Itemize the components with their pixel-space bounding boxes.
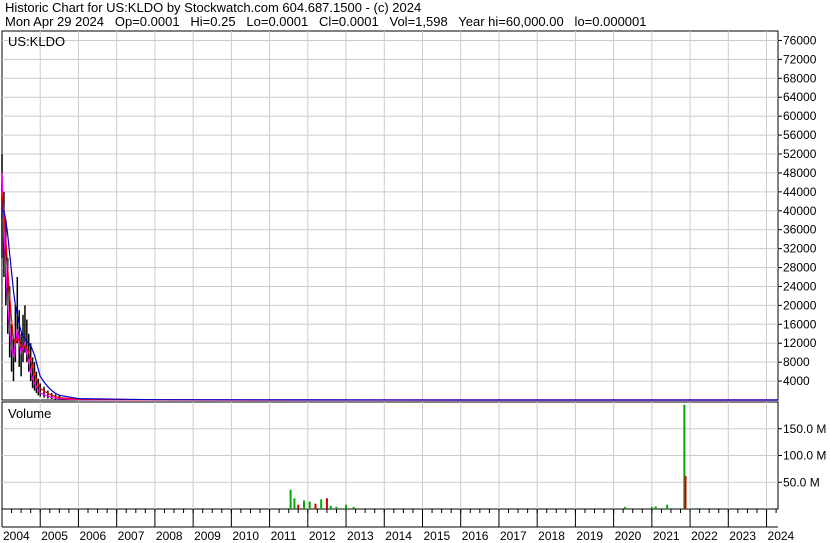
volume-y-tick-label: 100.0 M [783,449,826,463]
volume-bar [696,507,699,509]
volume-bar [624,506,627,509]
price-y-tick-label: 32000 [783,242,817,256]
price-y-tick-label: 40000 [783,204,817,218]
price-y-tick-label: 72000 [783,52,817,66]
volume-bar [325,498,328,509]
volume-bar [650,506,653,509]
x-tick-label: 2016 [462,529,489,543]
x-tick-label: 2004 [3,529,30,543]
x-tick-label: 2005 [41,529,68,543]
volume-bar [308,501,311,509]
stock-chart: 2004 2005 2006 2007 2008 2009 2010 2011 2012 2013… [1,30,826,543]
volume-panel-title: Volume [8,406,51,421]
x-tick-label: 2015 [423,529,450,543]
price-panel-title: US:KLDO [8,34,65,49]
x-tick-label: 2021 [653,529,680,543]
price-y-tick-label: 8000 [783,355,810,369]
price-y-tick-label: 24000 [783,279,817,293]
volume-bar [293,498,296,509]
price-y-tick-label: 4000 [783,374,810,388]
x-tick-label: 2013 [347,529,374,543]
x-tick-label: 2017 [500,529,527,543]
price-y-tick-label: 36000 [783,223,817,237]
x-tick-label: 2018 [538,529,565,543]
x-tick-label: 2022 [691,529,718,543]
volume-bar [345,504,348,509]
volume-bar [302,500,305,509]
x-tick-label: 2007 [118,529,145,543]
volume-bar [329,505,332,509]
volume-bar [654,506,657,509]
price-y-tick-label: 64000 [783,90,817,104]
price-y-tick-label: 76000 [783,33,817,47]
x-tick-label: 2011 [271,529,297,543]
price-y-tick-label: 68000 [783,71,817,85]
volume-bar [666,504,669,509]
x-tick-label: 2014 [385,529,412,543]
x-tick-label: 2010 [232,529,259,543]
x-tick-label: 2009 [194,529,221,543]
price-y-tick-label: 20000 [783,298,817,312]
x-tick-label: 2008 [156,529,183,543]
price-y-tick-label: 44000 [783,185,817,199]
price-y-tick-label: 48000 [783,166,817,180]
price-y-tick-label: 12000 [783,336,817,350]
price-y-tick-label: 56000 [783,128,817,142]
price-y-tick-label: 52000 [783,147,817,161]
x-tick-label: 2024 [768,529,795,543]
x-tick-label: 2012 [309,529,336,543]
price-plot-frame [1,30,779,401]
volume-y-tick-label: 50.0 M [783,475,820,489]
volume-bar [684,475,687,509]
volume-bar [289,489,292,509]
volume-bar [352,506,355,509]
x-tick-label: 2019 [576,529,603,543]
x-tick-label: 2023 [729,529,756,543]
volume-y-tick-label: 150.0 M [783,422,826,436]
x-tick-label: 2006 [79,529,106,543]
price-y-tick-label: 28000 [783,261,817,275]
price-y-tick-label: 16000 [783,317,817,331]
x-tick-label: 2020 [615,529,642,543]
price-y-tick-label: 60000 [783,109,817,123]
volume-bar [314,503,317,509]
volume-bar [320,499,323,509]
volume-bar [335,506,338,509]
volume-bar [297,504,300,509]
